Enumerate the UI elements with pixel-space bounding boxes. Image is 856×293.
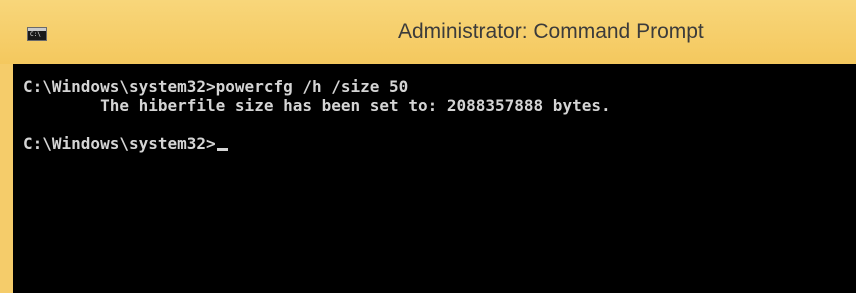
console-line-result: The hiberfile size has been set to: 2088… [23,96,611,115]
console-output[interactable]: C:\Windows\system32>powercfg /h /size 50… [13,64,856,293]
command-prompt-window: Administrator: Command Prompt C:\Windows… [0,0,856,293]
window-title: Administrator: Command Prompt [398,20,704,43]
text-cursor [216,148,228,151]
console-icon[interactable] [27,27,47,41]
title-bar[interactable]: Administrator: Command Prompt [0,0,856,64]
console-line-command: C:\Windows\system32>powercfg /h /size 50 [23,77,409,96]
console-line-prompt[interactable]: C:\Windows\system32> [23,134,856,153]
prompt-text: C:\Windows\system32> [23,134,216,153]
